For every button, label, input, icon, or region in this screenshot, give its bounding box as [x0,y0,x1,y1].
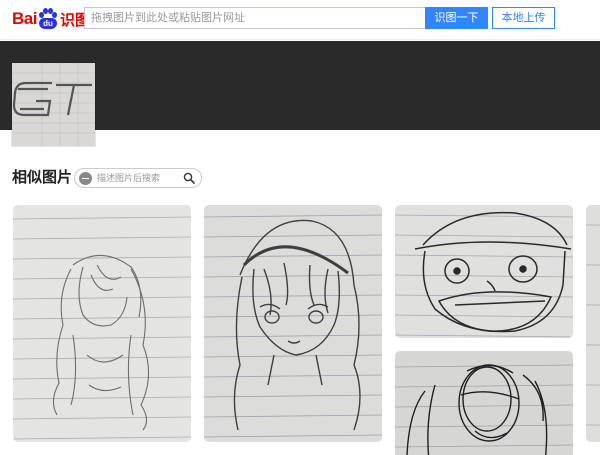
similar-image-card[interactable] [13,205,191,442]
logo-bai-text: Bai [12,9,37,28]
similar-images-title: 相似图片 [12,169,73,186]
magnifier-icon[interactable] [183,172,195,184]
sketch-girl-curly-hair-image [13,205,191,442]
similar-image-card[interactable] [395,205,573,338]
similar-image-card[interactable] [395,351,573,455]
baidu-paw-icon: du [38,8,58,30]
query-image-thumbnail[interactable] [12,63,95,146]
similar-search-input[interactable] [95,169,183,187]
local-upload-button[interactable]: 本地上传 [492,7,555,29]
partial-sketch-image [586,205,600,442]
image-url-search-box[interactable] [84,7,425,29]
shitu-search-button[interactable]: 识图一下 [425,7,488,29]
sketch-scribble-figure-image [395,351,573,455]
similar-image-card[interactable] [204,205,382,442]
sketch-anime-girl-headband-image [204,205,382,442]
baidu-shitu-logo[interactable]: Bai du 识图 [12,7,90,31]
similar-image-card[interactable] [586,205,600,442]
similar-search-box[interactable] [74,168,202,188]
query-sketch-image [12,63,95,146]
tag-icon [79,172,92,185]
logo-du-text: du [38,18,57,29]
sketch-boy-with-hat-image [395,205,573,338]
top-header: Bai du 识图 识图一下 本地上传 [0,0,600,40]
image-url-input[interactable] [85,8,425,28]
